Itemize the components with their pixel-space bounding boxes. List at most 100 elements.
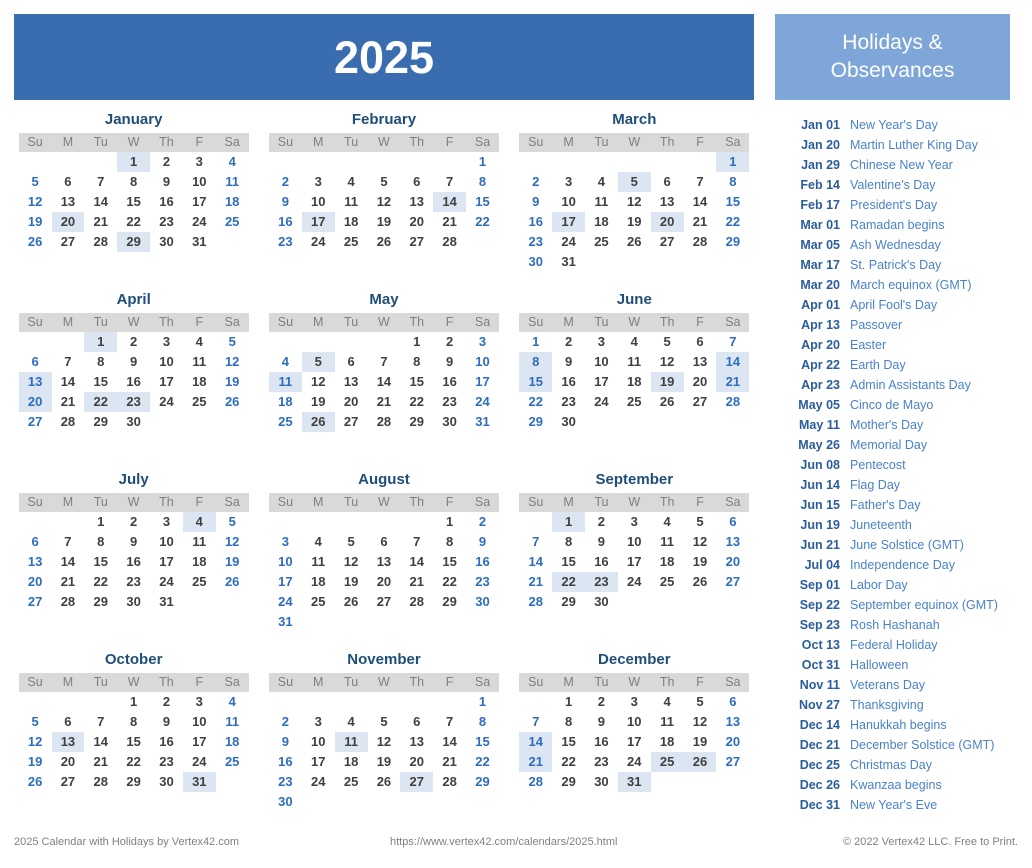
day-cell[interactable]: 28 (433, 772, 466, 792)
day-cell[interactable]: 13 (716, 532, 749, 552)
day-cell[interactable]: 1 (466, 692, 499, 712)
day-cell[interactable]: 24 (150, 392, 183, 412)
day-cell[interactable]: 8 (84, 532, 117, 552)
day-cell[interactable]: 11 (651, 712, 684, 732)
day-cell[interactable]: 19 (335, 572, 368, 592)
day-cell[interactable]: 19 (650, 371, 684, 392)
day-cell[interactable]: 25 (269, 412, 302, 432)
day-cell[interactable]: 22 (84, 572, 117, 592)
day-cell[interactable]: 23 (433, 392, 466, 412)
day-cell[interactable]: 4 (651, 692, 684, 712)
day-cell[interactable]: 21 (519, 572, 552, 592)
day-cell[interactable]: 6 (716, 512, 749, 532)
day-cell[interactable]: 9 (585, 712, 618, 732)
day-cell[interactable]: 5 (301, 351, 335, 372)
day-cell[interactable]: 20 (18, 391, 52, 412)
day-cell[interactable]: 12 (216, 352, 249, 372)
day-cell[interactable]: 15 (400, 372, 433, 392)
day-cell[interactable]: 5 (651, 332, 684, 352)
day-cell[interactable]: 8 (552, 532, 585, 552)
day-cell[interactable]: 10 (183, 172, 216, 192)
day-cell[interactable]: 10 (269, 552, 302, 572)
day-cell[interactable]: 13 (400, 732, 433, 752)
day-cell[interactable]: 2 (150, 152, 183, 172)
day-cell[interactable]: 20 (650, 211, 684, 232)
day-cell[interactable]: 9 (585, 532, 618, 552)
day-cell[interactable]: 14 (519, 731, 553, 752)
day-cell[interactable]: 18 (269, 392, 302, 412)
day-cell[interactable]: 15 (552, 552, 585, 572)
day-cell[interactable]: 9 (117, 352, 150, 372)
day-cell[interactable]: 29 (466, 772, 499, 792)
day-cell[interactable]: 16 (117, 552, 150, 572)
day-cell[interactable]: 11 (334, 731, 368, 752)
day-cell[interactable]: 10 (150, 352, 183, 372)
day-cell[interactable]: 11 (183, 532, 216, 552)
day-cell[interactable]: 2 (466, 512, 499, 532)
day-cell[interactable]: 5 (19, 172, 52, 192)
day-cell[interactable]: 28 (716, 392, 749, 412)
day-cell[interactable]: 28 (684, 232, 717, 252)
day-cell[interactable]: 6 (52, 172, 85, 192)
day-cell[interactable]: 2 (269, 172, 302, 192)
day-cell[interactable]: 17 (301, 211, 335, 232)
day-cell[interactable]: 4 (651, 512, 684, 532)
day-cell[interactable]: 6 (19, 352, 52, 372)
day-cell[interactable]: 14 (433, 732, 466, 752)
day-cell[interactable]: 28 (52, 412, 85, 432)
day-cell[interactable]: 24 (183, 212, 216, 232)
day-cell[interactable]: 23 (552, 392, 585, 412)
day-cell[interactable]: 2 (269, 712, 302, 732)
day-cell[interactable]: 26 (301, 411, 335, 432)
day-cell[interactable]: 28 (84, 772, 117, 792)
day-cell[interactable]: 25 (335, 232, 368, 252)
day-cell[interactable]: 14 (52, 552, 85, 572)
day-cell[interactable]: 5 (216, 512, 249, 532)
day-cell[interactable]: 14 (84, 732, 117, 752)
day-cell[interactable]: 14 (684, 192, 717, 212)
day-cell[interactable]: 24 (183, 752, 216, 772)
day-cell[interactable]: 3 (302, 172, 335, 192)
day-cell[interactable]: 17 (302, 752, 335, 772)
day-cell[interactable]: 25 (618, 392, 651, 412)
day-cell[interactable]: 9 (466, 532, 499, 552)
day-cell[interactable]: 30 (552, 412, 585, 432)
day-cell[interactable]: 8 (716, 172, 749, 192)
day-cell[interactable]: 23 (150, 752, 183, 772)
day-cell[interactable]: 27 (684, 392, 717, 412)
day-cell[interactable]: 29 (716, 232, 749, 252)
day-cell[interactable]: 17 (552, 211, 585, 232)
day-cell[interactable]: 17 (466, 372, 499, 392)
day-cell[interactable]: 2 (117, 512, 150, 532)
day-cell[interactable]: 17 (269, 572, 302, 592)
day-cell[interactable]: 28 (84, 232, 117, 252)
day-cell[interactable]: 23 (117, 391, 151, 412)
day-cell[interactable]: 31 (269, 612, 302, 632)
day-cell[interactable]: 23 (585, 571, 618, 592)
day-cell[interactable]: 26 (216, 392, 249, 412)
day-cell[interactable]: 25 (651, 572, 684, 592)
day-cell[interactable]: 21 (52, 572, 85, 592)
day-cell[interactable]: 1 (84, 331, 118, 352)
day-cell[interactable]: 26 (684, 572, 717, 592)
day-cell[interactable]: 30 (150, 772, 183, 792)
day-cell[interactable]: 12 (684, 712, 717, 732)
day-cell[interactable]: 27 (19, 412, 52, 432)
day-cell[interactable]: 15 (552, 732, 585, 752)
day-cell[interactable]: 19 (368, 212, 401, 232)
day-cell[interactable]: 15 (433, 552, 466, 572)
day-cell[interactable]: 30 (585, 592, 618, 612)
day-cell[interactable]: 26 (216, 572, 249, 592)
day-cell[interactable]: 15 (466, 732, 499, 752)
day-cell[interactable]: 18 (335, 752, 368, 772)
day-cell[interactable]: 10 (150, 532, 183, 552)
day-cell[interactable]: 4 (335, 712, 368, 732)
day-cell[interactable]: 6 (19, 532, 52, 552)
day-cell[interactable]: 22 (117, 212, 150, 232)
day-cell[interactable]: 22 (117, 752, 150, 772)
day-cell[interactable]: 4 (269, 352, 302, 372)
day-cell[interactable]: 19 (684, 732, 717, 752)
day-cell[interactable]: 23 (269, 232, 302, 252)
day-cell[interactable]: 28 (519, 592, 552, 612)
day-cell[interactable]: 7 (433, 172, 466, 192)
